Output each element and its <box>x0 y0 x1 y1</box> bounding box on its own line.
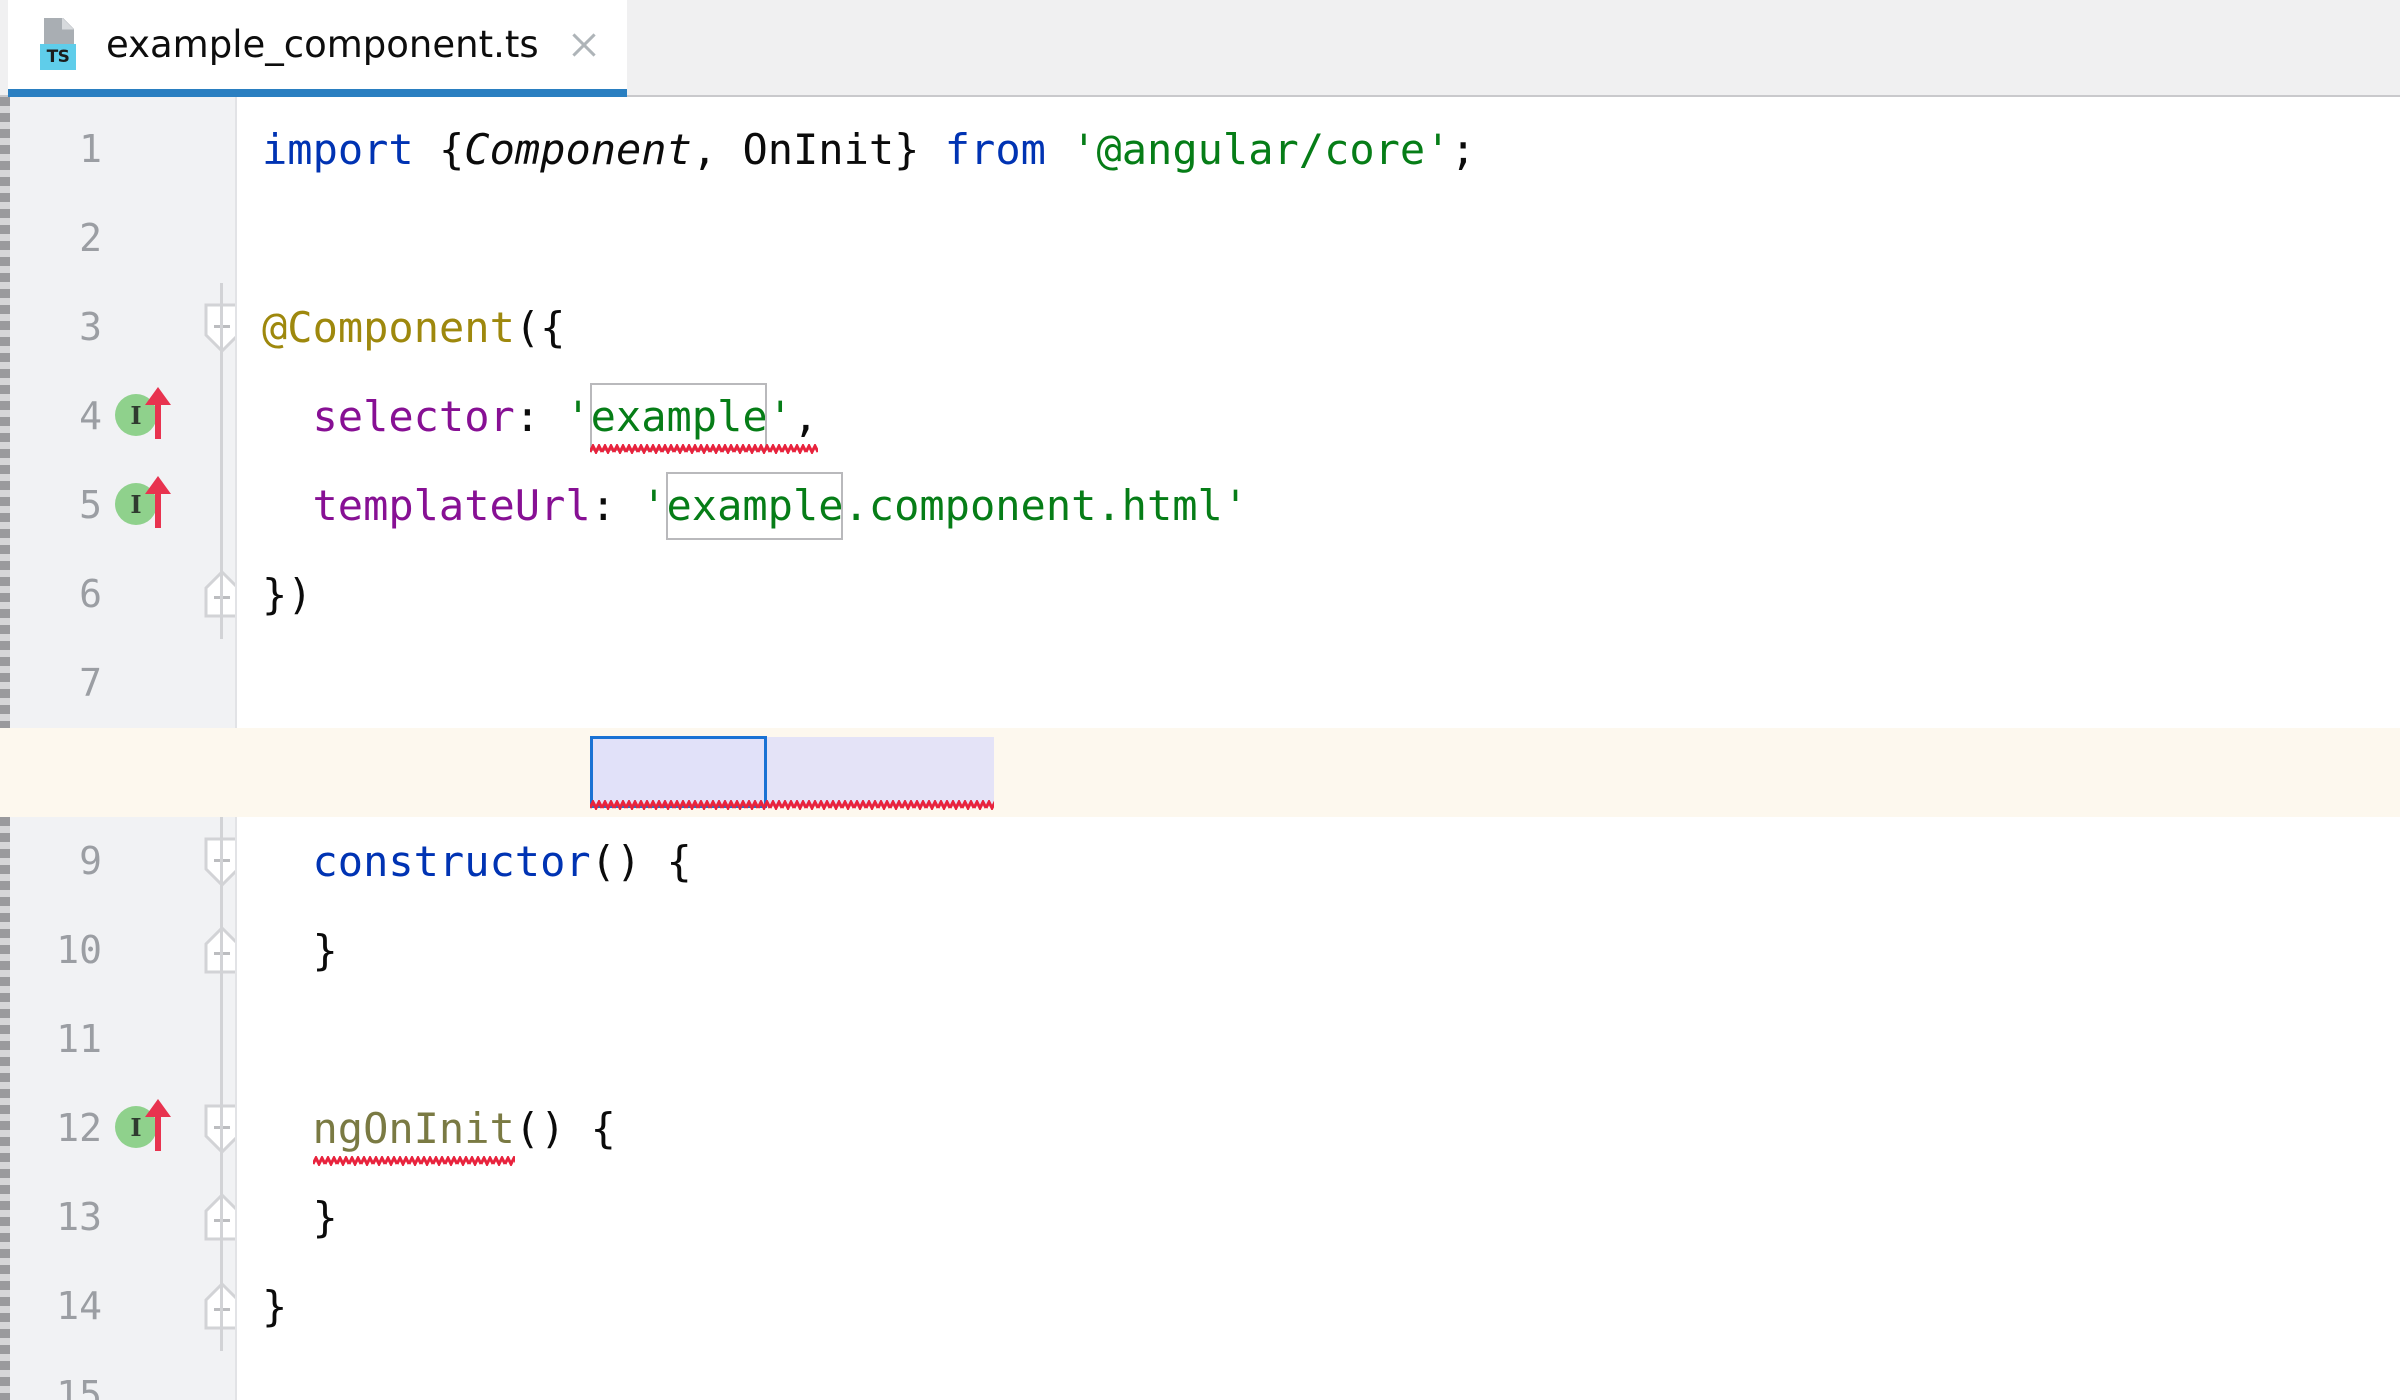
code-token: } <box>312 926 338 975</box>
code-line[interactable]: import {Component, OnInit} from '@angula… <box>262 105 1476 194</box>
code-token: 'example' <box>565 392 793 441</box>
line-number: 6 <box>79 572 102 616</box>
code-token: 'example.component.html' <box>641 481 1249 530</box>
code-line[interactable]: } <box>313 906 338 995</box>
typescript-file-icon: TS <box>38 17 84 72</box>
line-number: 15 <box>56 1373 102 1400</box>
editor-tab-example-component[interactable]: TS example_component.ts <box>8 0 627 89</box>
line-number: 11 <box>56 1017 102 1061</box>
typescript-badge-label: TS <box>40 43 76 70</box>
line-number: 14 <box>56 1284 102 1328</box>
overriding-arrow-icon <box>145 387 171 439</box>
code-editor[interactable]: 1234I5I6789101112I131415 import {Compone… <box>0 97 2400 1400</box>
editor-tab-bar: TS example_component.ts <box>0 0 2400 97</box>
implements-interface-icon[interactable]: I <box>115 385 177 447</box>
active-tab-underline <box>8 89 627 97</box>
code-token: Component <box>464 125 692 174</box>
code-token: ngOnInit <box>312 1104 515 1153</box>
code-line[interactable]: @Component({ <box>262 283 565 372</box>
code-token: () { <box>590 837 692 886</box>
overriding-arrow-icon <box>145 1099 171 1151</box>
code-token: selector <box>312 392 515 441</box>
code-token: ({ <box>514 303 566 352</box>
code-token: , <box>792 392 819 441</box>
overriding-arrow-icon <box>145 476 171 528</box>
code-line[interactable]: templateUrl: 'example.component.html' <box>313 461 1249 550</box>
code-token: } <box>894 125 945 174</box>
line-number: 2 <box>79 216 102 260</box>
code-token: : <box>514 392 566 441</box>
code-token: '@angular/core' <box>1071 125 1451 174</box>
line-number: 10 <box>56 928 102 972</box>
code-token: constructor <box>312 837 591 886</box>
implements-interface-icon[interactable]: I <box>115 1097 177 1159</box>
code-token: { <box>413 125 465 174</box>
implements-interface-icon[interactable]: I <box>115 474 177 536</box>
close-icon[interactable] <box>565 26 603 64</box>
code-token: }) <box>262 570 313 619</box>
line-number: 4 <box>79 394 102 438</box>
code-token: @Component <box>262 303 515 352</box>
code-line[interactable]: constructor() { <box>313 817 692 906</box>
ide-editor-window: TS example_component.ts 1234I5I678910111… <box>0 0 2400 1400</box>
fold-region-line <box>220 283 223 639</box>
code-line[interactable]: } <box>313 1173 338 1262</box>
code-token: } <box>312 1193 338 1242</box>
code-token: import <box>262 125 414 174</box>
line-number: 1 <box>79 127 102 171</box>
code-token: ; <box>1450 125 1476 174</box>
tab-filename-label: example_component.ts <box>106 23 539 66</box>
code-token: OnInit <box>742 125 895 174</box>
code-line[interactable]: selector: 'example', <box>313 372 819 461</box>
line-number: 13 <box>56 1195 102 1239</box>
code-line[interactable]: }) <box>262 550 313 639</box>
line-number: 5 <box>79 483 102 527</box>
fold-region-line <box>220 728 223 1351</box>
line-number: 3 <box>79 305 102 349</box>
line-number: 7 <box>79 661 102 705</box>
line-number: 12 <box>56 1106 102 1150</box>
code-token: : <box>590 481 642 530</box>
code-line[interactable]: ngOnInit() { <box>313 1084 616 1173</box>
code-token: templateUrl <box>312 481 591 530</box>
code-token: from <box>944 125 1046 174</box>
line-number: 9 <box>79 839 102 883</box>
code-token: , <box>691 125 743 174</box>
current-line-highlight <box>0 728 2400 817</box>
code-line[interactable]: } <box>262 1262 287 1351</box>
code-token: () { <box>514 1104 616 1153</box>
code-token: } <box>262 1282 288 1331</box>
